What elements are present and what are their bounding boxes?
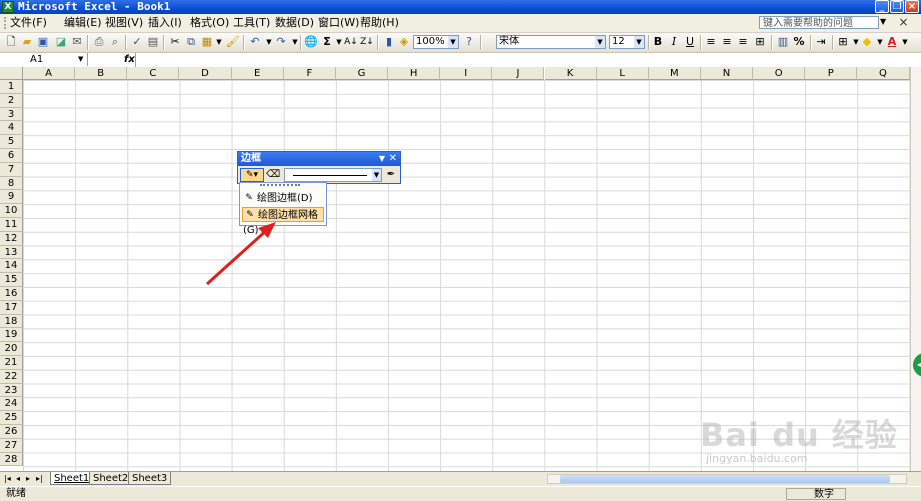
baidu-watermark-url: jingyan.baidu.com	[706, 452, 808, 465]
baidu-watermark: Bai du 经验	[700, 416, 898, 454]
